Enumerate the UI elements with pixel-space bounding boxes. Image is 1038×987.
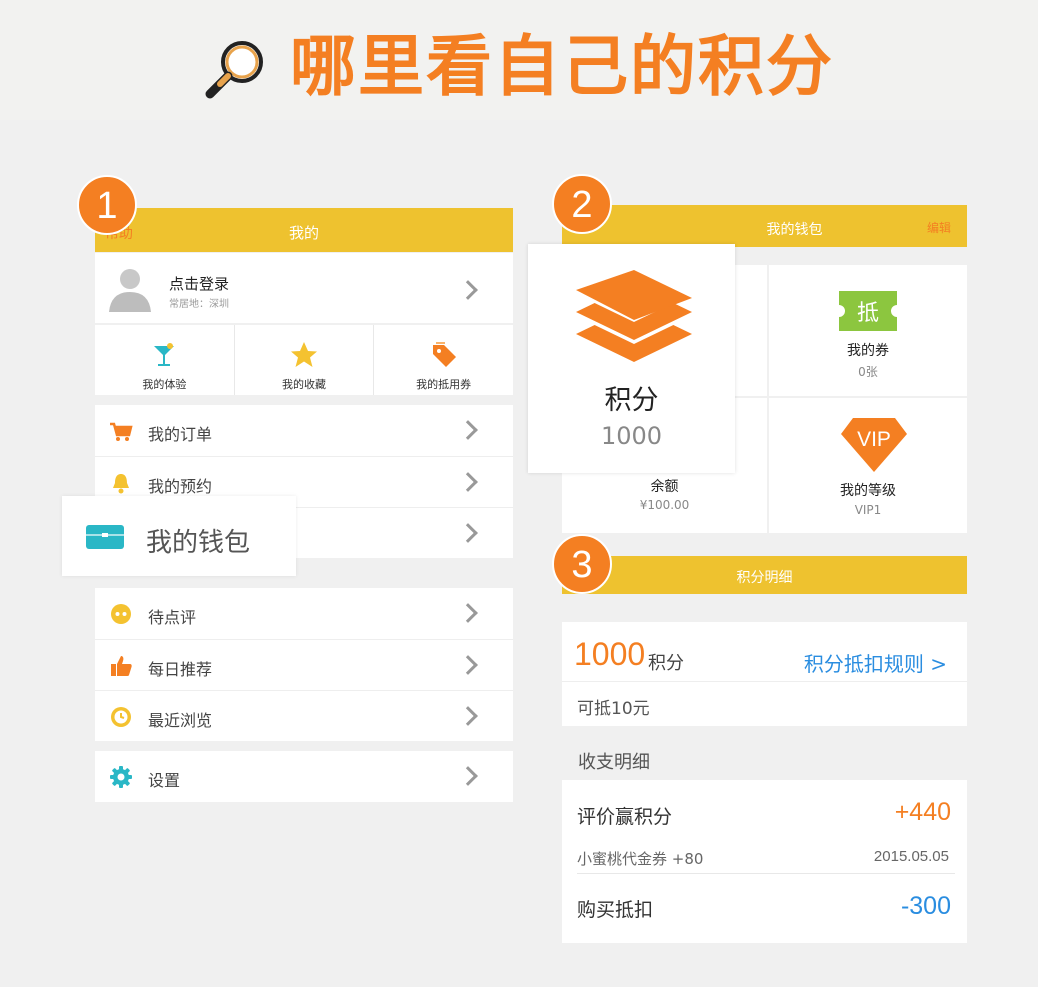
recent-browse-label: 最近浏览 [148, 711, 213, 730]
my-level-value: VIP1 [854, 503, 882, 517]
deduction-rules-link[interactable]: 积分抵扣规则 > [804, 648, 947, 677]
wallet-header: 我的钱包 编辑 [562, 205, 967, 247]
star-icon [291, 342, 317, 367]
my-experience-button[interactable]: 我的体验 [95, 325, 234, 395]
my-coupons-cell[interactable]: 抵 我的券 0张 [769, 265, 967, 396]
transaction-amount: +440 [894, 798, 951, 826]
residence-text: 常居地：深圳 [169, 299, 229, 310]
coupon-icon-text: 抵 [857, 301, 879, 326]
transaction-detail: 小蜜桃代金券 +80 [577, 850, 704, 868]
my-coupons-title: 我的券 [847, 343, 889, 359]
transaction-amount: -300 [900, 892, 951, 920]
chevron-right-icon [458, 766, 478, 786]
points-detail-header: 积分明细 [562, 556, 967, 594]
chevron-right-icon [458, 655, 478, 675]
layers-icon [576, 270, 692, 362]
points-unit: 积分 [648, 653, 684, 674]
step-badge-1: 1 [77, 175, 137, 235]
avatar [109, 269, 151, 312]
my-experience-label: 我的体验 [142, 378, 187, 391]
my-orders-label: 我的订单 [148, 425, 213, 444]
my-reservations-label: 我的预约 [148, 477, 213, 496]
my-vouchers-label: 我的抵用券 [416, 378, 472, 391]
my-vouchers-button[interactable]: 我的抵用券 [373, 325, 513, 395]
edit-button[interactable]: 编辑 [927, 219, 951, 236]
divider [562, 681, 967, 682]
menu-group-3: 设置 [95, 751, 513, 802]
daily-recommend-item[interactable]: 每日推荐 [95, 639, 513, 690]
chevron-right-icon [458, 420, 478, 440]
transaction-title: 购买抵扣 [577, 899, 654, 921]
points-detail-title: 积分明细 [736, 570, 793, 586]
transactions-section-label: 收支明细 [578, 752, 650, 773]
gear-icon [110, 766, 132, 788]
points-value: 1000 [600, 422, 663, 450]
pending-review-label: 待点评 [148, 608, 197, 627]
clock-icon [111, 707, 131, 727]
transactions-list: 评价赢积分 +440 小蜜桃代金券 +80 2015.05.05 购买抵扣 -3… [562, 780, 967, 943]
points-label: 积分 [604, 385, 659, 416]
balance-title: 余额 [650, 479, 679, 495]
transaction-date: 2015.05.05 [873, 848, 949, 865]
chevron-right-icon [458, 523, 478, 543]
settings-label: 设置 [148, 771, 181, 790]
cart-icon [110, 422, 133, 441]
wallet-icon [86, 525, 124, 549]
review-icon [111, 604, 131, 624]
points-highlight[interactable]: 积分 1000 [528, 244, 735, 473]
my-orders-item[interactable]: 我的订单 [95, 405, 513, 456]
balance-amount: ¥100.00 [639, 498, 690, 512]
my-wallet-highlight[interactable]: 我的钱包 [62, 496, 296, 576]
bell-icon [113, 474, 129, 494]
step-badge-3: 3 [552, 534, 612, 594]
vip-diamond-icon: VIP [841, 418, 907, 472]
quick-actions: 我的体验 我的收藏 我的抵用券 [95, 325, 513, 395]
settings-item[interactable]: 设置 [95, 751, 513, 802]
cash-equivalent: 可抵10元 [577, 699, 650, 719]
chevron-right-icon [458, 472, 478, 492]
tag-icon [432, 342, 456, 367]
daily-recommend-label: 每日推荐 [148, 660, 213, 679]
magnifier-icon [205, 41, 263, 99]
my-page-header: 帮助 我的 [95, 208, 513, 252]
total-points: 1000 [574, 636, 646, 672]
points-summary: 1000 积分 积分抵扣规则 > 可抵10元 [562, 622, 967, 726]
login-row[interactable]: 点击登录 常居地：深圳 [95, 253, 513, 323]
vip-icon-text: VIP [857, 428, 891, 451]
my-favorites-label: 我的收藏 [282, 378, 326, 391]
step-badge-2: 2 [552, 174, 612, 234]
pending-review-item[interactable]: 待点评 [95, 588, 513, 639]
thumb-up-icon [111, 656, 132, 676]
chevron-right-icon [458, 603, 478, 623]
my-page-title: 我的 [288, 224, 319, 242]
recent-browse-item[interactable]: 最近浏览 [95, 690, 513, 741]
my-coupons-count: 0张 [858, 365, 878, 379]
coupon-icon: 抵 [839, 291, 897, 331]
my-favorites-button[interactable]: 我的收藏 [233, 325, 374, 395]
chevron-right-icon [458, 280, 478, 300]
my-level-cell[interactable]: VIP 我的等级 VIP1 [769, 398, 967, 533]
page-title: 哪里看自己的积分 [290, 28, 834, 105]
wallet-title: 我的钱包 [766, 222, 823, 238]
cocktail-icon [154, 343, 175, 366]
my-level-title: 我的等级 [840, 483, 896, 499]
divider [577, 873, 955, 874]
transaction-title: 评价赢积分 [577, 806, 673, 828]
menu-group-2: 待点评 每日推荐 最近浏览 [95, 588, 513, 741]
chevron-right-icon [458, 706, 478, 726]
my-wallet-label: 我的钱包 [146, 528, 251, 558]
login-link[interactable]: 点击登录 [169, 273, 229, 294]
